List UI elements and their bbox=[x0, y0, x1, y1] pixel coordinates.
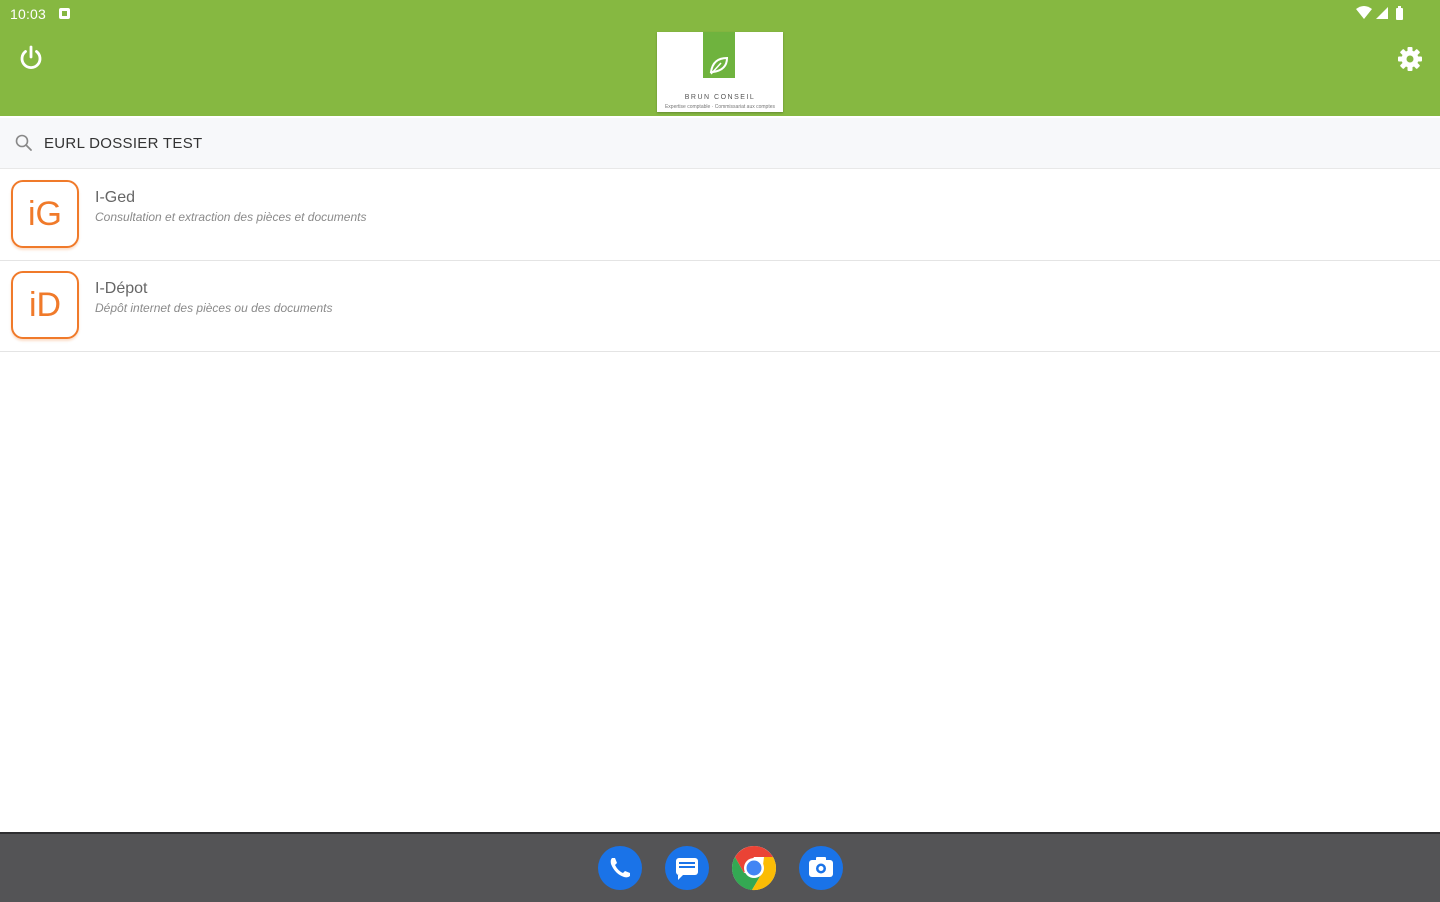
list-item-i-ged[interactable]: iG I-Ged Consultation et extraction des … bbox=[0, 170, 1440, 261]
logo-subtext: Expertise comptable · Commissariat aux c… bbox=[664, 104, 776, 110]
power-button[interactable] bbox=[16, 43, 46, 73]
settings-button[interactable] bbox=[1395, 44, 1425, 74]
app-header: 10:03 BRUN CONSEIL Expertise comptable ·… bbox=[0, 0, 1440, 116]
app-list: iG I-Ged Consultation et extraction des … bbox=[0, 170, 1440, 352]
cell-signal-icon bbox=[1376, 7, 1388, 19]
list-item-description: Consultation et extraction des pièces et… bbox=[95, 210, 367, 224]
status-bar: 10:03 bbox=[0, 0, 1440, 28]
search-icon bbox=[15, 134, 32, 151]
status-time: 10:03 bbox=[10, 6, 47, 22]
gear-icon bbox=[1398, 47, 1422, 71]
wifi-icon bbox=[1356, 6, 1372, 19]
i-ged-icon: iG bbox=[11, 180, 79, 248]
search-input[interactable] bbox=[44, 132, 644, 154]
messages-icon[interactable] bbox=[664, 845, 710, 891]
status-icons bbox=[1356, 5, 1412, 23]
list-item-i-depot[interactable]: iD I-Dépot Dépôt internet des pièces ou … bbox=[0, 261, 1440, 352]
system-dock bbox=[0, 832, 1440, 902]
camera-icon[interactable] bbox=[798, 845, 844, 891]
list-item-description: Dépôt internet des pièces ou des documen… bbox=[95, 301, 333, 315]
power-icon bbox=[20, 45, 42, 70]
i-depot-icon: iD bbox=[11, 271, 79, 339]
chrome-icon[interactable] bbox=[731, 845, 777, 891]
phone-icon[interactable] bbox=[597, 845, 643, 891]
leaf-logo-icon bbox=[703, 32, 735, 78]
list-item-title: I-Dépot bbox=[95, 280, 148, 297]
company-logo: BRUN CONSEIL Expertise comptable · Commi… bbox=[657, 32, 783, 112]
list-item-title: I-Ged bbox=[95, 189, 136, 206]
notification-icon bbox=[59, 8, 70, 19]
logo-text: BRUN CONSEIL bbox=[684, 94, 756, 101]
battery-icon bbox=[1396, 6, 1403, 20]
